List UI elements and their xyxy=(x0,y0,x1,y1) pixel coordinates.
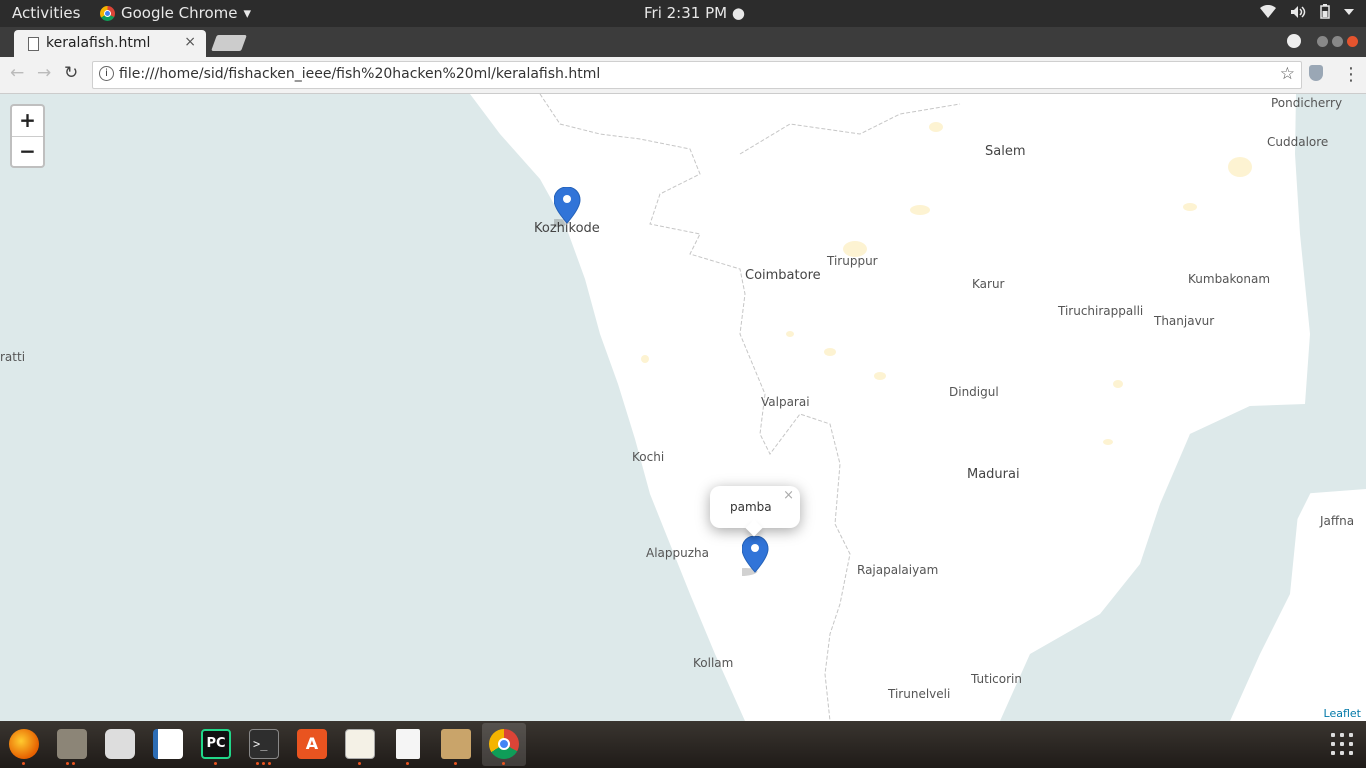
running-indicator xyxy=(22,762,25,765)
bookmark-star-icon[interactable]: ☆ xyxy=(1280,64,1295,84)
clock[interactable]: Fri 2:31 PM ● xyxy=(644,4,745,22)
label-pondicherry: Pondicherry xyxy=(1271,96,1343,110)
arabian-sea xyxy=(0,94,745,721)
label-coimbatore: Coimbatore xyxy=(745,268,821,283)
back-button[interactable]: ← xyxy=(10,63,24,83)
profile-icon[interactable] xyxy=(1287,34,1301,48)
info-icon[interactable]: i xyxy=(99,66,114,81)
activities-button[interactable]: Activities xyxy=(12,4,80,22)
system-tray[interactable] xyxy=(1260,4,1354,19)
maximize-button[interactable] xyxy=(1332,35,1343,47)
label-tuticorin: Tuticorin xyxy=(971,672,1022,686)
label-tiruppur: Tiruppur xyxy=(827,254,878,268)
label-kumbakonam: Kumbakonam xyxy=(1188,272,1271,286)
label-salem: Salem xyxy=(985,144,1026,159)
wifi-icon xyxy=(1260,4,1276,18)
document-icon[interactable] xyxy=(396,729,420,759)
label-dindigul: Dindigul xyxy=(949,385,999,399)
state-border-north xyxy=(739,103,961,155)
close-window-button[interactable] xyxy=(1347,35,1358,47)
running-indicator xyxy=(214,762,217,765)
new-tab-button[interactable] xyxy=(211,35,247,51)
label-alappuzha: Alappuzha xyxy=(646,546,709,560)
app-menu-label: Google Chrome xyxy=(121,4,238,22)
label-karur: Karur xyxy=(972,277,1005,291)
leaflet-attribution-link[interactable]: Leaflet xyxy=(1318,706,1366,721)
running-indicator xyxy=(268,762,271,765)
chrome-menu-button[interactable]: ⋮ xyxy=(1342,64,1360,85)
running-indicator xyxy=(66,762,69,765)
tab-strip: keralafish.html × xyxy=(0,27,1366,57)
volume-icon xyxy=(1291,5,1306,18)
running-indicator xyxy=(262,762,265,765)
dock: PC >_ A xyxy=(0,721,1366,768)
url-text[interactable]: file:///home/sid/fishacken_ieee/fish%20h… xyxy=(119,66,600,82)
rhythmbox-icon[interactable] xyxy=(105,729,135,759)
file-icon xyxy=(28,37,39,51)
running-indicator xyxy=(406,762,409,765)
running-indicator xyxy=(454,762,457,765)
writer-icon[interactable] xyxy=(153,729,183,759)
running-indicator xyxy=(72,762,75,765)
chevron-down-icon: ▾ xyxy=(243,4,252,22)
label-madurai: Madurai xyxy=(967,467,1020,482)
chrome-center xyxy=(498,738,510,750)
label-kavaratti: ratti xyxy=(0,350,26,364)
label-tirunelveli: Tirunelveli xyxy=(888,687,951,701)
label-kollam: Kollam xyxy=(693,656,734,670)
label-tiruchirappalli: Tiruchirappalli xyxy=(1058,304,1144,318)
tab-title: keralafish.html xyxy=(46,35,151,51)
popup-text: pamba xyxy=(730,500,772,514)
zoom-in-button[interactable]: + xyxy=(12,106,43,137)
show-applications-icon[interactable] xyxy=(1331,733,1355,757)
app-menu-button[interactable]: Google Chrome ▾ xyxy=(100,4,251,22)
software-center-icon[interactable]: A xyxy=(297,729,327,759)
running-indicator xyxy=(358,762,361,765)
label-valparai: Valparai xyxy=(761,395,810,409)
tab-keralafish[interactable]: keralafish.html × xyxy=(14,30,206,57)
archive-manager-icon[interactable] xyxy=(441,729,471,759)
map-marker-kozhikode[interactable] xyxy=(554,187,594,229)
reload-button[interactable]: ↻ xyxy=(64,63,78,83)
menu-arrow-icon xyxy=(1344,8,1354,15)
popup-close-icon[interactable]: × xyxy=(783,488,794,503)
browser-toolbar: ← → ↻ i file:///home/sid/fishacken_ieee/… xyxy=(0,57,1366,94)
chrome-dock-icon[interactable] xyxy=(489,729,519,759)
leaflet-map[interactable]: Pondicherry Cuddalore Salem Kozhikode Ti… xyxy=(0,94,1366,721)
map-marker-pamba[interactable] xyxy=(742,536,782,578)
forward-button[interactable]: → xyxy=(37,63,51,83)
address-bar[interactable]: i file:///home/sid/fishacken_ieee/fish%2… xyxy=(92,61,1302,89)
marker-popup: pamba × xyxy=(710,486,800,537)
pycharm-icon[interactable]: PC xyxy=(201,729,231,759)
text-editor-icon[interactable] xyxy=(345,729,375,759)
label-kochi: Kochi xyxy=(632,450,665,464)
window-controls xyxy=(1287,34,1358,48)
label-thanjavur: Thanjavur xyxy=(1154,314,1215,328)
files-icon[interactable] xyxy=(57,729,87,759)
battery-icon xyxy=(1320,4,1330,19)
label-cuddalore: Cuddalore xyxy=(1267,135,1329,149)
terminal-icon[interactable]: >_ xyxy=(249,729,279,759)
map-tiles xyxy=(0,94,1366,721)
tab-close-icon[interactable]: × xyxy=(184,34,196,50)
running-indicator xyxy=(256,762,259,765)
firefox-icon[interactable] xyxy=(9,729,39,759)
chrome-icon xyxy=(100,5,115,21)
minimize-button[interactable] xyxy=(1317,35,1328,47)
system-top-bar: Activities Google Chrome ▾ Fri 2:31 PM ● xyxy=(0,0,1366,27)
zoom-control: + − xyxy=(10,104,45,168)
zoom-out-button[interactable]: − xyxy=(12,137,43,167)
running-indicator xyxy=(502,762,505,765)
extension-shield-icon[interactable] xyxy=(1309,65,1323,81)
label-rajapalaiyam: Rajapalaiyam xyxy=(857,563,939,577)
label-jaffna: Jaffna xyxy=(1320,514,1355,528)
